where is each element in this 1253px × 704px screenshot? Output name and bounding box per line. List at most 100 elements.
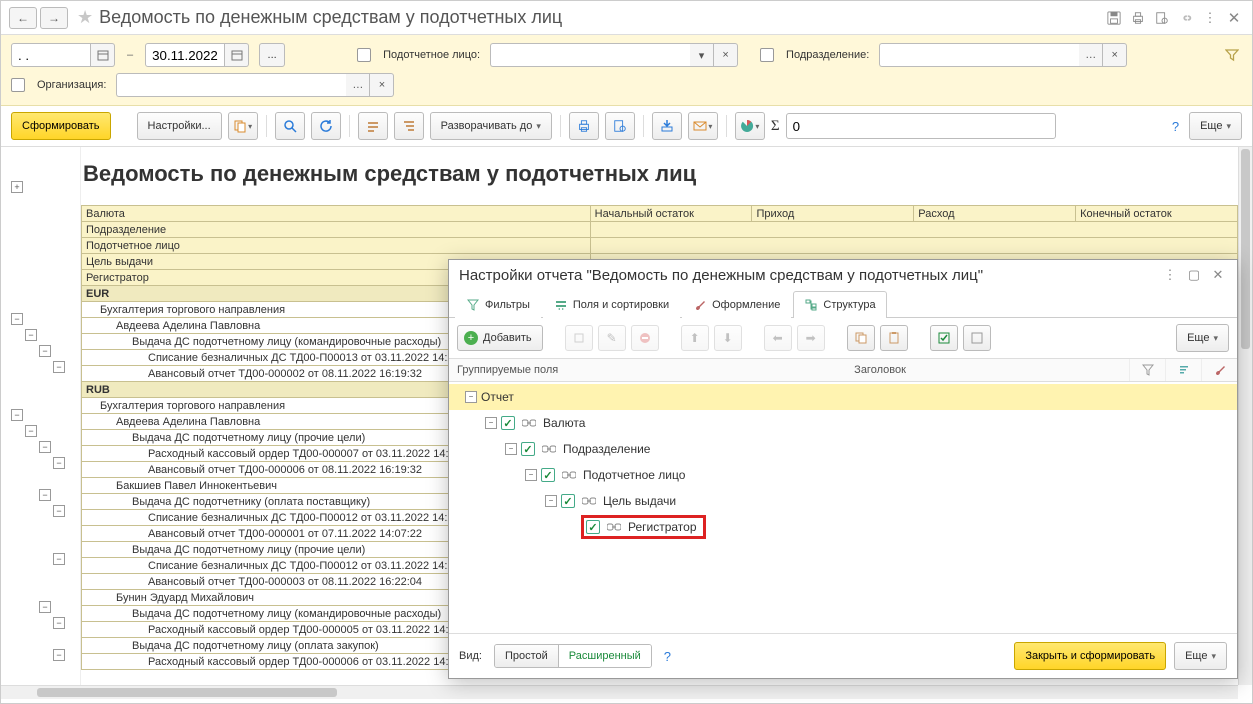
outline-toggle[interactable]: − (25, 329, 37, 341)
outline-toggle[interactable]: − (11, 313, 23, 325)
copy-struct-button[interactable] (847, 325, 875, 351)
outline-toggle[interactable]: − (25, 425, 37, 437)
accountable-input[interactable] (490, 43, 690, 67)
col-filter-icon[interactable] (1129, 359, 1165, 381)
toggle-icon[interactable]: − (505, 443, 517, 455)
tree-node-department[interactable]: − ✓ Подразделение (449, 436, 1237, 462)
organization-clear-icon[interactable]: × (370, 73, 394, 97)
filter-funnel-icon[interactable] (1222, 45, 1242, 65)
kebab-menu-icon[interactable]: ⋮ (1200, 8, 1220, 28)
outline-toggle[interactable]: − (39, 489, 51, 501)
popup-footer: Вид: Простой Расширенный ? Закрыть и сфо… (449, 633, 1237, 678)
date-from-input[interactable] (11, 43, 91, 67)
generate-button[interactable]: Сформировать (11, 112, 111, 140)
settings-button[interactable]: Настройки... (137, 112, 222, 140)
date-from-calendar-icon[interactable] (91, 43, 115, 67)
horizontal-scrollbar[interactable] (1, 685, 1238, 699)
expand-groups-icon[interactable] (394, 112, 424, 140)
print-preview-icon[interactable] (605, 112, 635, 140)
col-sort-icon[interactable] (1165, 359, 1201, 381)
outline-toggle[interactable]: + (11, 181, 23, 193)
tree-node-purpose[interactable]: − ✓ Цель выдачи (449, 488, 1237, 514)
outline-toggle[interactable]: − (53, 361, 65, 373)
save-icon[interactable] (1104, 8, 1124, 28)
tree-node-registrar[interactable]: ✓ Регистратор (449, 514, 1237, 540)
send-email-icon[interactable]: ▾ (688, 112, 718, 140)
popup-more-button[interactable]: Еще▾ (1176, 324, 1229, 352)
tree-node-person[interactable]: − ✓ Подотчетное лицо (449, 462, 1237, 488)
check-all-button[interactable] (930, 325, 958, 351)
save-report-icon[interactable] (652, 112, 682, 140)
checkbox[interactable]: ✓ (561, 494, 575, 508)
outline-toggle[interactable]: − (39, 441, 51, 453)
refresh-icon[interactable] (311, 112, 341, 140)
link-icon[interactable] (1176, 8, 1196, 28)
outline-toggle[interactable]: − (39, 601, 51, 613)
outline-toggle[interactable]: − (53, 649, 65, 661)
accountable-clear-icon[interactable]: × (714, 43, 738, 67)
department-ellipsis-icon[interactable]: … (1079, 43, 1103, 67)
close-icon[interactable]: ✕ (1224, 8, 1244, 28)
checkbox[interactable]: ✓ (541, 468, 555, 482)
tree-root[interactable]: − Отчет (449, 384, 1237, 410)
popup-titlebar: Настройки отчета "Ведомость по денежным … (449, 260, 1237, 290)
find-icon[interactable] (275, 112, 305, 140)
accountable-checkbox[interactable] (357, 48, 371, 62)
back-button[interactable]: ← (9, 7, 37, 29)
view-simple[interactable]: Простой (495, 645, 559, 667)
forward-button[interactable]: → (40, 7, 68, 29)
print-button-icon[interactable] (569, 112, 599, 140)
toggle-icon[interactable]: − (525, 469, 537, 481)
toggle-icon[interactable]: − (485, 417, 497, 429)
outline-toggle[interactable]: − (39, 345, 51, 357)
checkbox[interactable]: ✓ (586, 520, 600, 534)
print-icon[interactable] (1128, 8, 1148, 28)
organization-checkbox[interactable] (11, 78, 25, 92)
more-button[interactable]: Еще▾ (1189, 112, 1242, 140)
checkbox[interactable]: ✓ (501, 416, 515, 430)
tab-fields[interactable]: Поля и сортировки (543, 291, 680, 318)
close-and-generate-button[interactable]: Закрыть и сформировать (1014, 642, 1166, 670)
outline-toggle[interactable]: − (53, 553, 65, 565)
organization-ellipsis-icon[interactable]: … (346, 73, 370, 97)
expand-to-button[interactable]: Разворачивать до▾ (430, 112, 552, 140)
popup-maximize-icon[interactable]: ▢ (1185, 266, 1203, 284)
popup-help-icon[interactable]: ? (660, 649, 675, 664)
help-icon[interactable]: ? (1168, 119, 1183, 134)
outline-toggle[interactable]: − (53, 617, 65, 629)
popup-kebab-icon[interactable]: ⋮ (1161, 266, 1179, 284)
period-dialog-button[interactable]: ... (259, 43, 285, 67)
date-to-calendar-icon[interactable] (225, 43, 249, 67)
paste-struct-button[interactable] (880, 325, 908, 351)
settings-copy-icon[interactable]: ▾ (228, 112, 258, 140)
tab-appearance[interactable]: Оформление (682, 291, 791, 318)
outline-toggle[interactable]: − (53, 505, 65, 517)
department-checkbox[interactable] (760, 48, 774, 62)
checkbox[interactable]: ✓ (521, 442, 535, 456)
col-appearance-icon[interactable] (1201, 359, 1237, 381)
department-clear-icon[interactable]: × (1103, 43, 1127, 67)
outline-toggle[interactable]: − (11, 409, 23, 421)
tab-filters[interactable]: Фильтры (455, 291, 541, 318)
vertical-scrollbar[interactable] (1238, 147, 1252, 685)
tree-node-currency[interactable]: − ✓ Валюта (449, 410, 1237, 436)
collapse-groups-icon[interactable] (358, 112, 388, 140)
popup-close-icon[interactable]: ✕ (1209, 266, 1227, 284)
accountable-dropdown-icon[interactable]: ▾ (690, 43, 714, 67)
toggle-icon[interactable]: − (545, 495, 557, 507)
preview-icon[interactable] (1152, 8, 1172, 28)
chart-icon[interactable]: ▾ (735, 112, 765, 140)
tab-structure[interactable]: Структура (793, 291, 886, 318)
organization-input[interactable] (116, 73, 346, 97)
department-input[interactable] (879, 43, 1079, 67)
sigma-input[interactable] (786, 113, 1056, 139)
popup-title-text: Настройки отчета "Ведомость по денежным … (459, 267, 1155, 284)
toggle-icon[interactable]: − (465, 391, 477, 403)
outline-toggle[interactable]: − (53, 457, 65, 469)
favorite-star-icon[interactable]: ★ (77, 7, 93, 28)
date-to-input[interactable] (145, 43, 225, 67)
popup-footer-more-button[interactable]: Еще▾ (1174, 642, 1227, 670)
add-button[interactable]: + Добавить (457, 325, 543, 351)
uncheck-all-button[interactable] (963, 325, 991, 351)
view-advanced[interactable]: Расширенный (559, 645, 651, 667)
